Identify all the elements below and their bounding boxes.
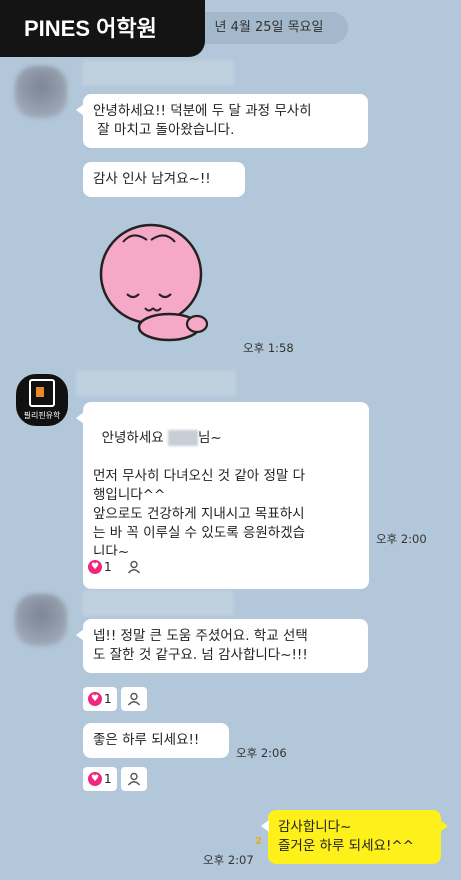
heart-icon: ♥ xyxy=(88,692,102,706)
reaction-count: 1 xyxy=(104,692,112,706)
message-time: 오후 2:07 xyxy=(203,853,254,867)
unread-count: 2 xyxy=(255,836,262,847)
reactor-list-button[interactable] xyxy=(120,767,147,791)
message-greeting: 안녕하세요 xyxy=(101,430,168,446)
heart-reaction-button[interactable]: ♥ 1 xyxy=(83,555,117,579)
recipient-name-redacted xyxy=(168,430,198,446)
person-icon xyxy=(127,560,140,574)
message-bubble[interactable]: 감사 인사 남겨요~!! xyxy=(83,162,245,197)
academy-avatar[interactable]: 필리핀유학 xyxy=(16,374,68,426)
sender-name-redacted xyxy=(76,370,236,396)
message-bubble[interactable]: 좋은 하루 되세요!! xyxy=(83,723,229,758)
heart-reaction-button[interactable]: ♥ 1 xyxy=(83,687,117,711)
person-icon xyxy=(127,772,140,786)
reaction-count: 1 xyxy=(104,772,112,786)
message-time: 오후 2:00 xyxy=(376,532,427,546)
my-message-bubble[interactable]: 감사합니다~ 즐거운 하루 되세요!^^ xyxy=(261,810,448,864)
person-icon xyxy=(127,692,140,706)
brand-label: PINES 어학원 xyxy=(0,0,205,57)
reaction-bar: ♥ 1 xyxy=(83,555,147,579)
academy-logo-icon xyxy=(29,379,55,407)
heart-icon: ♥ xyxy=(88,560,102,574)
peach-character-sticker[interactable] xyxy=(95,212,215,352)
sender-avatar[interactable] xyxy=(15,66,67,118)
academy-logo-text: 필리핀유학 xyxy=(23,411,61,420)
message-greeting-suffix: 님~ xyxy=(198,430,222,446)
heart-reaction-button[interactable]: ♥ 1 xyxy=(83,767,117,791)
message-time: 오후 1:58 xyxy=(243,341,294,355)
message-time: 오후 2:06 xyxy=(236,746,287,760)
message-bubble[interactable]: 넵!! 정말 큰 도움 주셨어요. 학교 선택 도 잘한 것 같구요. 넘 감사… xyxy=(76,619,368,673)
reactor-list-button[interactable] xyxy=(120,687,147,711)
reactor-list-button[interactable] xyxy=(120,555,147,579)
message-bubble[interactable]: 안녕하세요!! 덕분에 두 달 과정 무사히 잘 마치고 돌아왔습니다. xyxy=(76,94,368,148)
message-body: 먼저 무사히 다녀오신 것 같아 정말 다 행입니다^^ 앞으로도 건강하게 지… xyxy=(93,468,306,560)
reaction-count: 1 xyxy=(104,560,112,574)
sender-name-redacted xyxy=(82,60,234,86)
sender-avatar[interactable] xyxy=(15,594,67,646)
reaction-bar: ♥ 1 xyxy=(83,687,147,711)
sender-name-redacted xyxy=(82,590,234,616)
heart-icon: ♥ xyxy=(88,772,102,786)
reaction-bar: ♥ 1 xyxy=(83,767,147,791)
